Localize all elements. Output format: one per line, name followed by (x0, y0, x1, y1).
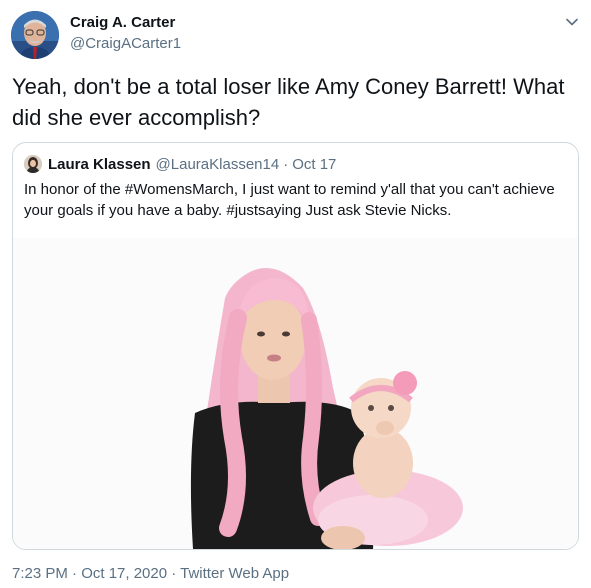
quoted-date: Oct 17 (292, 155, 337, 173)
author-avatar[interactable] (11, 11, 59, 59)
quoted-avatar-image (24, 155, 42, 173)
woman-holding-baby-photo (13, 238, 578, 549)
quoted-author-handle: @LauraKlassen14 (155, 155, 280, 173)
quoted-tweet-text: In honor of the #WomensMarch, I just wan… (24, 181, 555, 219)
quoted-author-avatar (24, 155, 42, 173)
tweet-timestamp[interactable]: 7:23 PM · Oct 17, 2020 · Twitter Web App (12, 564, 289, 584)
quoted-separator: · (283, 155, 289, 173)
author-avatar-image (11, 11, 59, 59)
tweet-card: Craig A. Carter @CraigACarter1 Yeah, don… (0, 0, 591, 588)
quoted-tweet-header: Laura Klassen @LauraKlassen14 · Oct 17 (24, 154, 336, 174)
more-options-button[interactable] (562, 12, 582, 32)
quoted-tweet[interactable]: Laura Klassen @LauraKlassen14 · Oct 17 I… (12, 142, 579, 550)
tweet-text: Yeah, don't be a total loser like Amy Co… (12, 74, 565, 130)
quoted-author-name: Laura Klassen (48, 155, 151, 173)
chevron-down-icon (566, 18, 578, 26)
author-handle[interactable]: @CraigACarter1 (70, 34, 181, 54)
author-name[interactable]: Craig A. Carter (70, 13, 181, 33)
quoted-tweet-image[interactable] (13, 238, 578, 549)
author-block: Craig A. Carter @CraigACarter1 (70, 13, 181, 54)
